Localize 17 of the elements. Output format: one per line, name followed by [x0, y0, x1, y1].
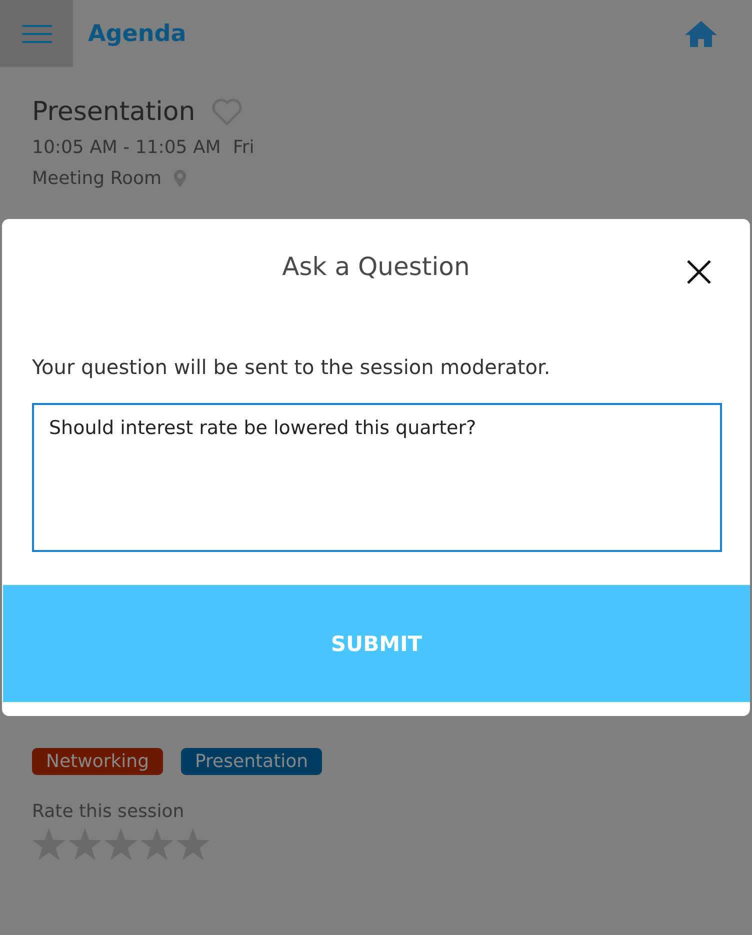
location-pin-icon [174, 170, 186, 188]
session-location: Meeting Room [32, 168, 162, 189]
session-time: 10:05 AM - 11:05 AM [32, 137, 221, 158]
tag[interactable]: Networking [32, 748, 163, 775]
question-field[interactable]: Should interest rate be lowered this quarter? [32, 403, 722, 552]
menu-button[interactable] [0, 0, 73, 67]
dialog-title: Ask a Question [282, 252, 470, 280]
session-day: Fri [232, 137, 254, 158]
close-icon[interactable] [686, 259, 712, 285]
rate-label: Rate this session [32, 801, 186, 822]
dialog-message: Your question will be sent to the session moderator. [32, 355, 552, 379]
tag[interactable]: Presentation [181, 748, 322, 775]
menu-icon [20, 24, 52, 44]
session-title: Presentation [32, 97, 196, 127]
home-icon[interactable] [684, 20, 718, 48]
submit-button[interactable]: SUBMIT [3, 585, 750, 702]
page-title: Agenda [88, 20, 188, 46]
